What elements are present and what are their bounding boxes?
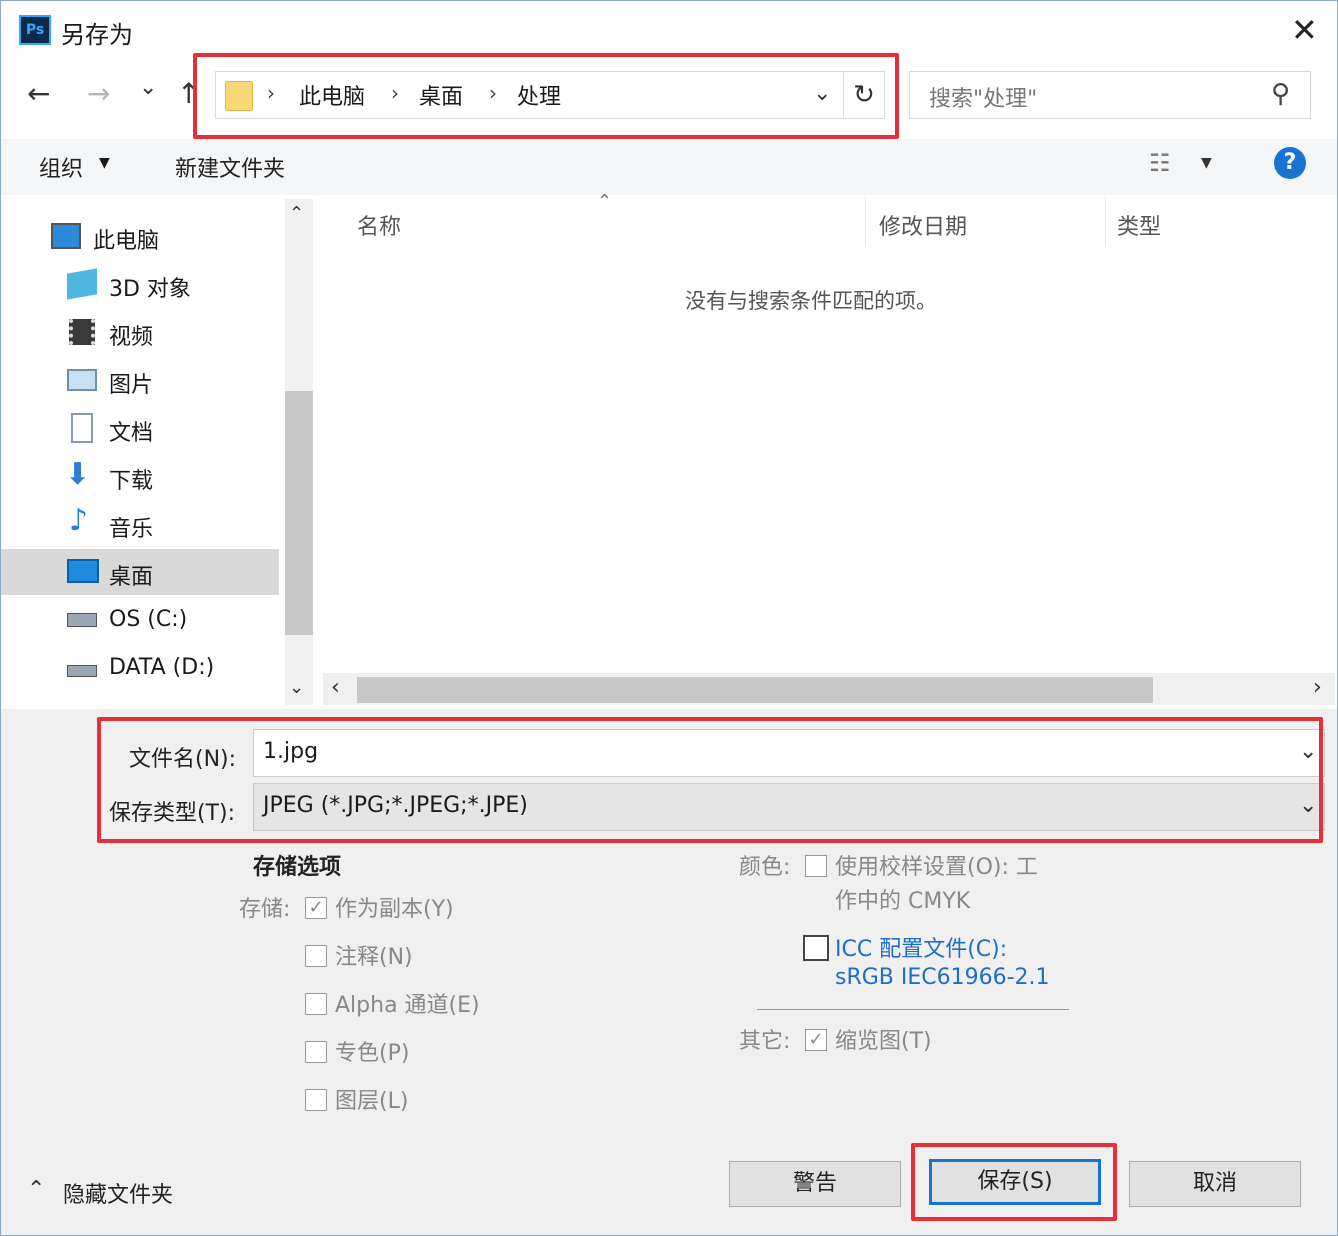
sidebar-item-label: 下载: [109, 469, 154, 494]
view-options-icon[interactable]: ☷: [1149, 149, 1171, 177]
sidebar-item-this-pc[interactable]: 此电脑: [1, 213, 279, 259]
new-folder-button[interactable]: 新建文件夹: [175, 151, 285, 183]
alpha-channels-checkbox[interactable]: [305, 993, 327, 1015]
use-proof-setup-label: 使用校样设置(O): 工: [835, 855, 1038, 880]
photoshop-logo: Ps: [19, 15, 51, 45]
drive-icon: [67, 613, 97, 627]
sidebar-item-pictures[interactable]: 图片: [1, 357, 279, 403]
sidebar-item-label: 图片: [109, 373, 154, 398]
sidebar-item-downloads[interactable]: ⬇ 下载: [1, 453, 279, 499]
sidebar-scrollbar-thumb[interactable]: [285, 391, 313, 635]
recent-locations-chevron-icon[interactable]: ⌄: [139, 75, 157, 100]
sidebar-item-label: OS (C:): [109, 607, 188, 632]
icc-profile-label: ICC 配置文件(C):: [835, 937, 1008, 962]
save-options-heading: 存储选项: [253, 855, 342, 880]
scroll-right-icon[interactable]: ›: [1313, 675, 1322, 700]
sidebar-item-label: 桌面: [109, 565, 154, 590]
sort-ascending-icon: ⌃: [597, 191, 613, 212]
forward-arrow-icon[interactable]: →: [87, 77, 110, 110]
sidebar-item-music[interactable]: ♪ 音乐: [1, 501, 279, 547]
icc-profile-checkbox[interactable]: [803, 935, 829, 961]
alpha-channels-label: Alpha 通道(E): [335, 993, 480, 1018]
sidebar-item-documents[interactable]: 文档: [1, 405, 279, 451]
drive-icon: [67, 665, 97, 677]
computer-icon: [51, 223, 81, 249]
layers-checkbox[interactable]: [305, 1089, 327, 1111]
sidebar-item-label: 音乐: [109, 517, 154, 542]
chevron-up-icon[interactable]: ⌃: [27, 1177, 45, 1202]
spot-colors-label: 专色(P): [335, 1041, 410, 1066]
use-proof-setup-label-cont: 作中的 CMYK: [835, 889, 971, 914]
as-copy-checkbox[interactable]: ✓: [305, 897, 327, 919]
sidebar-item-drive-c[interactable]: OS (C:): [1, 597, 279, 643]
download-arrow-icon: ⬇: [65, 457, 91, 492]
sidebar-item-drive-d[interactable]: DATA (D:): [1, 645, 279, 691]
picture-icon: [67, 369, 97, 391]
search-icon[interactable]: ⚲: [1271, 79, 1290, 109]
help-icon[interactable]: ?: [1274, 147, 1306, 179]
sidebar-item-desktop[interactable]: 桌面: [1, 549, 279, 595]
column-header-type[interactable]: 类型: [1117, 209, 1161, 241]
desktop-icon: [67, 559, 99, 583]
column-divider[interactable]: [1105, 197, 1106, 247]
highlight-filename-filetype: [97, 717, 1323, 843]
warning-button[interactable]: 警告: [729, 1161, 901, 1207]
scroll-down-icon[interactable]: ⌄: [289, 677, 304, 698]
other-label: 其它:: [739, 1029, 791, 1054]
search-input[interactable]: 搜索"处理": [929, 81, 1037, 113]
highlight-save-button: [911, 1143, 1117, 1221]
options-divider: [757, 1009, 1069, 1010]
annotations-label: 注释(N): [335, 945, 413, 970]
sidebar-item-label: DATA (D:): [109, 655, 215, 680]
sidebar-item-videos[interactable]: 视频: [1, 309, 279, 355]
view-dropdown-icon[interactable]: ▼: [1201, 155, 1212, 171]
document-icon: [71, 413, 93, 443]
cube-icon: [67, 268, 97, 300]
layers-label: 图层(L): [335, 1089, 409, 1114]
scroll-up-icon[interactable]: ⌃: [289, 203, 304, 224]
empty-list-message: 没有与搜索条件匹配的项。: [685, 289, 937, 313]
sidebar-item-label: 此电脑: [93, 229, 160, 254]
column-divider[interactable]: [865, 197, 866, 247]
film-icon: [69, 319, 95, 345]
color-label: 颜色:: [739, 855, 791, 880]
highlight-address-bar: [193, 53, 899, 139]
use-proof-setup-checkbox[interactable]: [805, 855, 827, 877]
dialog-title: 另存为: [61, 21, 133, 49]
sidebar-item-3d-objects[interactable]: 3D 对象: [1, 261, 279, 307]
thumbnail-label: 缩览图(T): [835, 1029, 932, 1054]
sidebar-item-label: 文档: [109, 421, 154, 446]
annotations-checkbox[interactable]: [305, 945, 327, 967]
save-as-dialog: Ps 另存为 ✕ ← → ⌄ ↑ › 此电脑 › 桌面 › 处理 ⌄ ↻ 搜索"…: [0, 0, 1338, 1236]
thumbnail-checkbox[interactable]: ✓: [805, 1029, 827, 1051]
spot-colors-checkbox[interactable]: [305, 1041, 327, 1063]
back-arrow-icon[interactable]: ←: [27, 77, 50, 110]
hide-folders-toggle[interactable]: 隐藏文件夹: [63, 1177, 173, 1209]
icc-profile-value: sRGB IEC61966-2.1: [835, 965, 1050, 990]
scroll-left-icon[interactable]: ‹: [331, 675, 340, 700]
organize-dropdown-icon[interactable]: ▼: [99, 155, 110, 171]
organize-button[interactable]: 组织: [39, 151, 83, 183]
horizontal-scrollbar-thumb[interactable]: [357, 677, 1153, 703]
column-header-name[interactable]: 名称: [357, 209, 401, 241]
close-icon[interactable]: ✕: [1291, 11, 1318, 49]
cancel-button[interactable]: 取消: [1129, 1161, 1301, 1207]
sidebar-item-label: 视频: [109, 325, 154, 350]
as-copy-label: 作为副本(Y): [335, 897, 454, 922]
store-label: 存储:: [239, 897, 291, 922]
music-note-icon: ♪: [69, 503, 89, 538]
column-header-date[interactable]: 修改日期: [879, 209, 967, 241]
sidebar-item-label: 3D 对象: [109, 277, 191, 302]
